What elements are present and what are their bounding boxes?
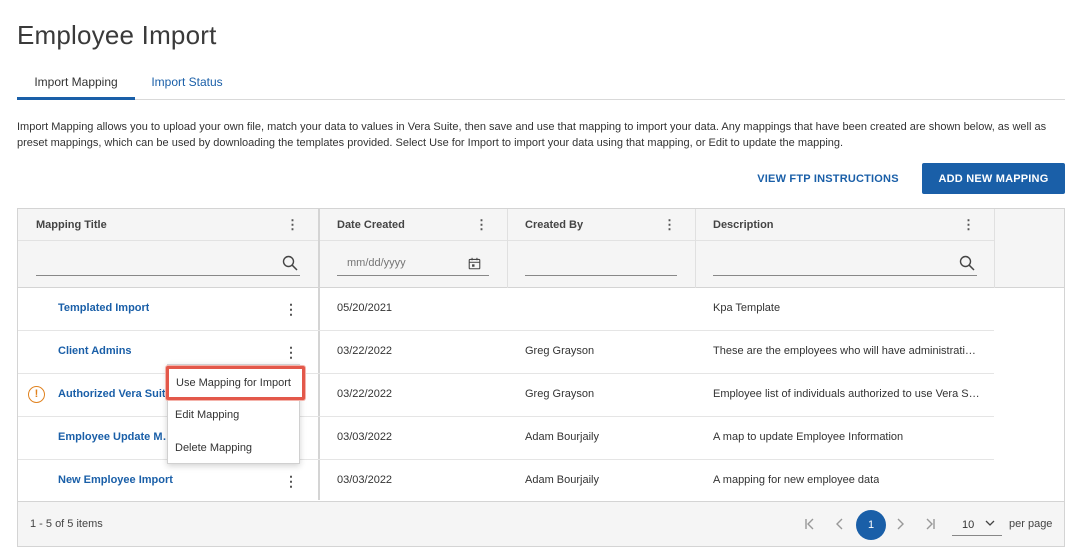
delete-mapping-menu-item[interactable]: Delete Mapping [168, 433, 299, 463]
description-filter-input[interactable] [713, 252, 977, 274]
column-menu-kebab-icon[interactable]: ⋮ [962, 218, 975, 232]
column-label: Mapping Title [36, 219, 107, 231]
column-header-date-created[interactable]: Date Created ⋮ [320, 209, 507, 241]
table-row[interactable]: ! Authorized Vera Suite 03/22/2022 Greg … [18, 374, 994, 417]
row-actions-kebab-icon[interactable]: ⋮ [284, 473, 298, 489]
mapping-title-link[interactable]: Employee Update Mapping [58, 431, 178, 443]
description-cell: A mapping for new employee data [713, 474, 880, 486]
add-new-mapping-button[interactable]: ADD NEW MAPPING [922, 163, 1065, 194]
item-count: 1 - 5 of 5 items [30, 518, 103, 530]
description-cell: Employee list of individuals authorized … [713, 388, 980, 400]
view-ftp-instructions-button[interactable]: VIEW FTP INSTRUCTIONS [753, 164, 903, 194]
use-mapping-for-import-menu-item[interactable]: Use Mapping for Import [166, 366, 305, 400]
column-header-mapping-title[interactable]: Mapping Title ⋮ [18, 209, 318, 241]
tab-import-mapping[interactable]: Import Mapping [17, 66, 135, 100]
table-row[interactable]: Templated Import ⋮ 05/20/2021 Kpa Templa… [18, 288, 994, 331]
column-label: Created By [525, 219, 584, 231]
row-actions-kebab-icon[interactable]: ⋮ [284, 301, 298, 317]
calendar-icon[interactable] [468, 257, 481, 270]
per-page-label: per page [1009, 518, 1053, 530]
page-size-value: 10 [962, 519, 975, 531]
grid-header: Mapping Title ⋮ Date Created ⋮ Created B… [18, 209, 1064, 288]
created-by-cell: Greg Grayson [525, 388, 595, 400]
date-created-cell: 03/22/2022 [337, 345, 393, 357]
column-divider [695, 209, 696, 288]
created-by-filter-input[interactable] [525, 252, 677, 274]
title-filter [36, 252, 300, 276]
row-actions-kebab-icon[interactable]: ⋮ [284, 344, 298, 360]
created-by-cell: Adam Bourjaily [525, 431, 599, 443]
date-created-cell: 03/22/2022 [337, 388, 393, 400]
current-page-button[interactable]: 1 [856, 510, 886, 540]
table-row[interactable]: Client Admins ⋮ 03/22/2022 Greg Grayson … [18, 331, 994, 374]
column-divider [994, 209, 995, 288]
created-by-filter [525, 252, 677, 276]
mapping-title-link[interactable]: Authorized Vera Suite [58, 388, 172, 400]
column-header-created-by[interactable]: Created By ⋮ [507, 209, 695, 241]
page-size-select[interactable]: 10 [952, 512, 1002, 536]
description-cell: A map to update Employee Information [713, 431, 904, 443]
mapping-title-link[interactable]: Client Admins [58, 345, 132, 357]
date-filter [337, 252, 489, 276]
created-by-cell: Greg Grayson [525, 345, 595, 357]
table-row[interactable]: New Employee Import ⋮ 03/03/2022 Adam Bo… [18, 460, 994, 503]
edit-mapping-menu-item[interactable]: Edit Mapping [168, 400, 299, 430]
column-menu-kebab-icon[interactable]: ⋮ [663, 218, 676, 232]
table-row[interactable]: Employee Update Mapping 03/03/2022 Adam … [18, 417, 994, 460]
grid-pager: 1 - 5 of 5 items 1 10 per page [18, 501, 1064, 546]
next-page-icon[interactable] [892, 516, 908, 532]
date-created-cell: 05/20/2021 [337, 302, 393, 314]
intro-text: Import Mapping allows you to upload your… [17, 121, 1047, 149]
row-context-menu: Use Mapping for Import Edit Mapping Dele… [166, 364, 305, 464]
mapping-title-link[interactable]: Templated Import [58, 302, 149, 314]
column-label: Date Created [337, 219, 405, 231]
column-divider [507, 209, 508, 288]
description-cell: These are the employees who will have ad… [713, 345, 976, 357]
tab-import-status[interactable]: Import Status [143, 66, 231, 100]
column-menu-kebab-icon[interactable]: ⋮ [286, 218, 299, 232]
mapping-title-link[interactable]: New Employee Import [58, 474, 173, 486]
column-header-description[interactable]: Description ⋮ [695, 209, 994, 241]
last-page-icon[interactable] [922, 516, 938, 532]
date-filter-input[interactable] [337, 252, 489, 274]
chevron-down-icon [985, 520, 995, 526]
first-page-icon[interactable] [802, 516, 818, 532]
column-label: Description [713, 219, 774, 231]
search-icon[interactable] [282, 255, 298, 271]
column-menu-kebab-icon[interactable]: ⋮ [475, 218, 488, 232]
title-filter-input[interactable] [36, 252, 300, 274]
date-created-cell: 03/03/2022 [337, 431, 393, 443]
prev-page-icon[interactable] [832, 516, 848, 532]
created-by-cell: Adam Bourjaily [525, 474, 599, 486]
search-icon[interactable] [959, 255, 975, 271]
date-created-cell: 03/03/2022 [337, 474, 393, 486]
description-cell: Kpa Template [713, 302, 781, 314]
description-filter [713, 252, 977, 276]
warning-icon: ! [28, 386, 45, 403]
tab-bar: Import Mapping Import Status [17, 66, 1065, 100]
page-title: Employee Import [17, 20, 217, 50]
